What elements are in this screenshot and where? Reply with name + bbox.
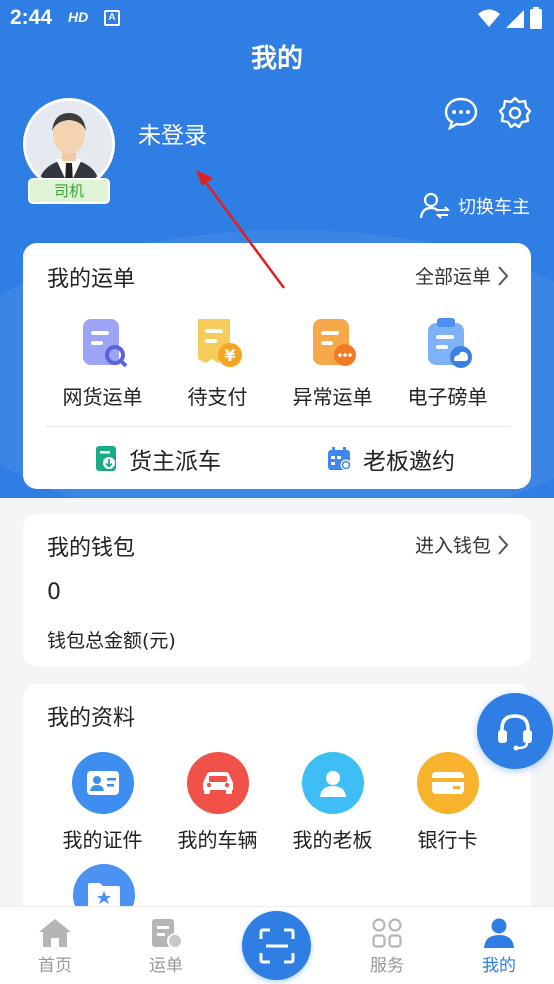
enter-wallet-link[interactable]: 进入钱包 xyxy=(415,531,509,558)
wifi-icon xyxy=(478,9,500,27)
doc-alert-icon xyxy=(312,319,356,366)
grid-icon xyxy=(372,918,402,948)
scan-button[interactable] xyxy=(242,911,311,980)
profile-item-boss[interactable]: 我的老板 xyxy=(275,752,390,853)
id-card-icon xyxy=(71,752,134,814)
tab-waybill[interactable]: 运单 xyxy=(116,907,216,984)
profile-item-label: 我的证件 xyxy=(62,828,143,852)
chevron-right-icon xyxy=(498,534,509,555)
status-icons xyxy=(478,7,542,29)
waybill-icon xyxy=(152,919,183,949)
waybill-item-abnormal[interactable]: 异常运单 xyxy=(275,315,390,410)
bank-card-icon xyxy=(416,752,479,814)
tab-label: 运单 xyxy=(149,956,183,976)
car-icon xyxy=(186,752,249,814)
headset-icon xyxy=(498,714,532,751)
enter-wallet-label: 进入钱包 xyxy=(414,535,491,557)
login-status[interactable]: 未登录 xyxy=(138,116,207,150)
wallet-title: 我的钱包 xyxy=(47,536,136,561)
calendar-invite-icon xyxy=(328,447,352,471)
switch-user-icon xyxy=(420,192,450,219)
role-badge: 司机 xyxy=(28,178,110,204)
tab-label: 服务 xyxy=(370,956,404,976)
status-time: 2:44 xyxy=(10,6,53,29)
doc-search-icon xyxy=(82,319,127,368)
profile-item-vehicles[interactable]: 我的车辆 xyxy=(160,752,275,853)
profile-item-certificates[interactable]: 我的证件 xyxy=(45,752,160,853)
wallet-amount: 0 xyxy=(47,580,61,605)
waybill-item-label: 待支付 xyxy=(187,385,248,409)
tab-label: 首页 xyxy=(38,956,72,976)
clipboard-cloud-icon xyxy=(427,318,472,368)
scan-icon xyxy=(259,928,294,963)
a-notification-icon: A xyxy=(104,10,120,26)
user-icon xyxy=(484,918,514,948)
waybill-item-online[interactable]: 网货运单 xyxy=(45,315,160,410)
shipper-dispatch-label: 货主派车 xyxy=(129,449,221,475)
page-title: 我的 xyxy=(250,44,303,74)
dispatch-doc-icon xyxy=(96,446,116,471)
hd-indicator: HD xyxy=(68,9,89,25)
boss-invite-button[interactable]: 老板邀约 xyxy=(327,442,455,476)
shipper-dispatch-button[interactable]: 货主派车 xyxy=(95,442,221,476)
person-icon xyxy=(301,752,364,814)
waybill-grid: 网货运单 ¥ 待支付 异常运单 电子磅单 xyxy=(23,315,531,410)
profile-card: 我的资料 我的证件 我的车辆 我的老板 银行卡 xyxy=(23,684,531,926)
wallet-card: 我的钱包 进入钱包 0 钱包总金额(元) xyxy=(23,514,531,666)
tab-service[interactable]: 服务 xyxy=(337,907,437,984)
profile-title: 我的资料 xyxy=(47,706,136,731)
home-icon xyxy=(39,919,71,947)
avatar[interactable] xyxy=(23,98,115,190)
chevron-right-icon xyxy=(498,265,509,286)
all-waybills-link[interactable]: 全部运单 xyxy=(415,262,509,289)
waybill-item-label: 电子磅单 xyxy=(407,385,488,409)
waybill-item-label: 网货运单 xyxy=(62,385,143,409)
tab-home[interactable]: 首页 xyxy=(5,907,105,984)
profile-item-label: 银行卡 xyxy=(417,828,478,852)
boss-invite-label: 老板邀约 xyxy=(363,449,455,475)
message-icon[interactable] xyxy=(444,96,478,130)
profile-grid: 我的证件 我的车辆 我的老板 银行卡 xyxy=(23,752,531,853)
waybill-item-pending-payment[interactable]: ¥ 待支付 xyxy=(160,315,275,410)
customer-service-button[interactable] xyxy=(477,693,553,769)
status-bar: 2:44 HD A xyxy=(0,0,554,36)
switch-owner-label: 切换车主 xyxy=(458,197,530,218)
waybill-item-label: 异常运单 xyxy=(292,385,373,409)
profile-item-label: 我的老板 xyxy=(292,828,373,852)
all-waybills-label: 全部运单 xyxy=(414,266,491,288)
switch-owner-button[interactable]: 切换车主 xyxy=(420,192,530,220)
profile-item-bank-card[interactable]: 银行卡 xyxy=(390,752,505,853)
tab-label: 我的 xyxy=(482,956,516,976)
driver-avatar-icon xyxy=(26,101,112,187)
waybill-title: 我的运单 xyxy=(47,267,136,292)
waybill-item-e-weighbill[interactable]: 电子磅单 xyxy=(390,315,505,410)
receipt-yen-icon: ¥ xyxy=(197,319,242,367)
waybill-divider xyxy=(45,426,509,427)
settings-icon[interactable] xyxy=(498,96,532,130)
svg-text:¥: ¥ xyxy=(224,346,235,365)
tab-mine[interactable]: 我的 xyxy=(449,907,549,984)
profile-item-label: 我的车辆 xyxy=(177,828,258,852)
wallet-amount-label: 钱包总金额(元) xyxy=(47,630,176,652)
signal-icon xyxy=(506,10,524,28)
battery-icon xyxy=(530,7,542,29)
